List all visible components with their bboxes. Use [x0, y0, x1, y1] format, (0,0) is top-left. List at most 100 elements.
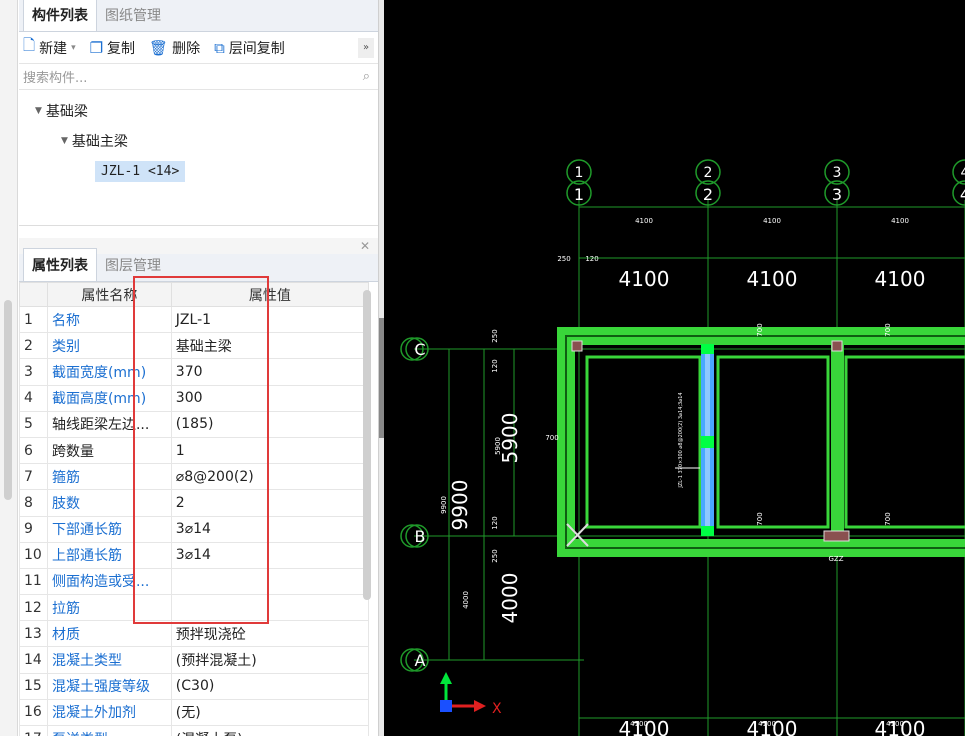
property-name[interactable]: 泵送类型 — [46, 724, 172, 736]
big-dim-top-1: 4100 — [619, 267, 670, 291]
axis-label-left-c: C — [414, 340, 425, 359]
left-edge-strip — [0, 0, 18, 736]
tree-node-main-beam[interactable]: ▼ 基础主梁 — [19, 126, 378, 156]
axis-label-top-3b: 3 — [832, 185, 842, 204]
delete-button-label: 删除 — [172, 40, 201, 57]
close-icon[interactable]: ✕ — [360, 239, 370, 253]
new-file-icon: 🗋 — [23, 36, 36, 54]
beam-label-a: 700 — [756, 323, 764, 336]
tab-property-list[interactable]: 属性列表 — [23, 248, 97, 281]
axis-bubbles-left — [400, 337, 429, 672]
axis-label-top-1b: 1 — [574, 185, 584, 204]
small-dim-top-2: 4100 — [763, 217, 781, 225]
ucs-x-label: X — [492, 701, 502, 717]
selected-beam[interactable] — [701, 344, 714, 536]
axis-label-top-4: 4 — [961, 165, 965, 181]
property-row[interactable]: 17泵送类型(混凝土泵) — [19, 724, 370, 736]
floor-copy-icon: ⧉ — [214, 38, 225, 57]
value-highlight-box — [133, 276, 269, 624]
property-name[interactable]: 混凝土外加剂 — [46, 698, 172, 727]
tab-component-list[interactable]: 构件列表 — [23, 0, 97, 31]
property-index: 8 — [19, 489, 48, 517]
property-row[interactable]: 16 混凝土外加剂 (无) — [19, 698, 370, 727]
beam-label-c: 700 — [756, 512, 764, 525]
chevron-down-icon[interactable]: ▾ — [71, 43, 76, 53]
header-index — [19, 282, 48, 307]
property-value[interactable]: (预拌混凝土) — [170, 646, 370, 674]
small-dim-bottom-2: 4100 — [758, 720, 776, 728]
new-button[interactable]: 🗋 新建 ▾ — [23, 35, 76, 60]
property-index: 6 — [19, 436, 48, 465]
property-index: 2 — [19, 332, 48, 360]
cad-canvas[interactable]: 1 1 2 2 3 3 4 4 4100 4100 4100 4100 4100… — [384, 0, 965, 736]
dim-250-top: 250 — [557, 255, 570, 263]
small-dim-top-3: 4100 — [891, 217, 909, 225]
property-value[interactable]: (混凝土泵) — [170, 724, 370, 736]
ucs-icon: X — [440, 672, 502, 717]
small-dim-top-1: 4100 — [635, 217, 653, 225]
property-name[interactable]: 混凝土强度等级 — [46, 672, 172, 700]
axis-label-top-2: 2 — [704, 165, 713, 181]
tab-drawing-management[interactable]: 图纸管理 — [97, 0, 169, 31]
beam-label-d: 700 — [884, 512, 892, 525]
big-dim-top-3: 4100 — [875, 267, 926, 291]
property-value[interactable]: (C30) — [170, 672, 370, 700]
property-value[interactable]: (无) — [170, 698, 370, 727]
dim-left-span2: 4000 — [498, 573, 522, 624]
copy-button[interactable]: ❐ 复制 — [90, 38, 135, 58]
property-row[interactable]: 14 混凝土类型 (预拌混凝土) — [19, 646, 370, 674]
beam-frame[interactable] — [557, 327, 965, 557]
property-name[interactable]: 混凝土类型 — [46, 646, 172, 674]
big-dim-top-2: 4100 — [747, 267, 798, 291]
axis-label-top-1: 1 — [575, 165, 584, 181]
search-icon[interactable]: ⌕ — [363, 69, 370, 84]
property-row[interactable]: 15 混凝土强度等级 (C30) — [19, 672, 370, 700]
property-index: 9 — [19, 515, 48, 543]
component-search[interactable]: 搜索构件... ⌕ — [19, 64, 378, 90]
property-name[interactable]: 材质 — [46, 620, 172, 648]
beam-label-bottom: GZZ — [828, 555, 843, 563]
toolbar-overflow-button[interactable]: » — [358, 37, 374, 58]
property-index: 4 — [19, 384, 48, 412]
dim-250-a: 250 — [491, 329, 499, 342]
property-index: 15 — [19, 672, 48, 700]
component-toolbar: 🗋 新建 ▾ ❐ 复制 🗑 删除 ⧉ 层间复制 » — [19, 32, 378, 64]
dim-120-a: 120 — [491, 359, 499, 372]
axis-bubbles-top — [566, 159, 965, 206]
tree-expand-icon[interactable]: ▼ — [35, 106, 42, 116]
dim-120-top: 120 — [585, 255, 598, 263]
tree-node-label: 基础梁 — [45, 104, 88, 120]
axis-label-left-a: A — [415, 651, 426, 670]
dim-left-total: 9900 — [448, 480, 472, 531]
property-row[interactable]: 13 材质 预拌现浇砼 — [19, 620, 370, 648]
component-panel: 构件列表 图纸管理 🗋 新建 ▾ ❐ 复制 🗑 删除 ⧉ 层间复制 » 搜索构件… — [19, 0, 379, 736]
beam-label-700: 700 — [545, 434, 558, 442]
property-index: 3 — [19, 358, 48, 386]
beam-annotation: JZL-1 370×300 ⌀8@200(2) 3⌀14;3⌀14 — [678, 392, 684, 488]
copy-button-label: 复制 — [107, 40, 136, 57]
beam-label-b: 700 — [884, 323, 892, 336]
tree-item-jzl1[interactable]: JZL-1 <14> — [19, 156, 378, 186]
component-tabbar: 构件列表 图纸管理 — [19, 0, 378, 32]
search-input[interactable]: 搜索构件... — [23, 67, 87, 86]
floor-copy-button[interactable]: ⧉ 层间复制 — [214, 38, 285, 58]
property-index: 1 — [19, 305, 48, 334]
property-index: 12 — [19, 594, 48, 622]
dim-120-b: 120 — [491, 516, 499, 529]
property-value[interactable]: 预拌现浇砼 — [170, 620, 370, 648]
small-dim-left-total: 9900 — [440, 496, 448, 514]
cad-drawing[interactable]: 1 1 2 2 3 3 4 4 4100 4100 4100 4100 4100… — [384, 0, 965, 736]
property-index: 5 — [19, 410, 48, 438]
small-dim-left-span2: 4000 — [462, 591, 470, 609]
component-tree: ▼ 基础梁 ▼ 基础主梁 JZL-1 <14> — [19, 90, 378, 226]
delete-button[interactable]: 🗑 删除 — [149, 38, 200, 58]
property-index: 16 — [19, 698, 48, 727]
property-scrollbar[interactable] — [363, 290, 371, 600]
tree-node-label: 基础主梁 — [71, 134, 128, 150]
left-scrollbar[interactable] — [4, 300, 12, 500]
property-index: 17 — [19, 724, 48, 736]
dim-250-b: 250 — [491, 549, 499, 562]
property-index: 13 — [19, 620, 48, 648]
tree-expand-icon[interactable]: ▼ — [61, 136, 68, 146]
tree-node-foundation-beam[interactable]: ▼ 基础梁 — [19, 96, 378, 126]
